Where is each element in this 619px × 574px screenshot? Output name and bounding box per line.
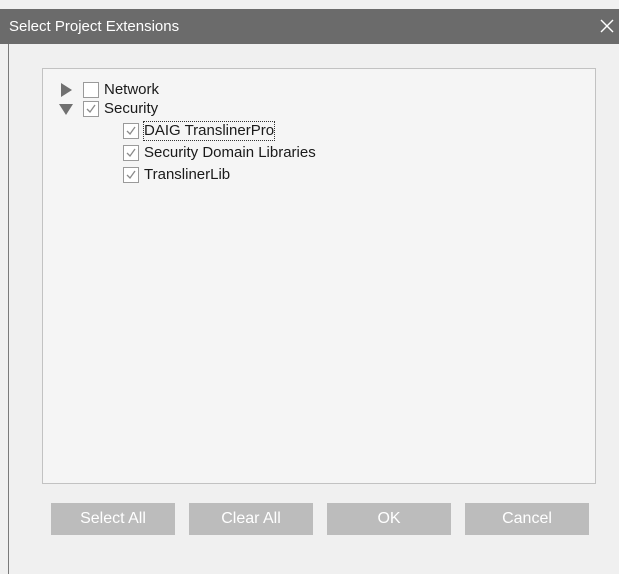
checkbox-network[interactable] (83, 82, 99, 98)
checkbox-security-domain-libraries[interactable] (123, 145, 139, 161)
close-button[interactable] (595, 9, 619, 44)
tree-item-label: DAIG TranslinerPro (142, 121, 276, 141)
checkmark-icon (126, 126, 136, 136)
tree-item-daig-translinerpro[interactable]: DAIG TranslinerPro (123, 121, 276, 141)
tree-item-label: Network (104, 81, 160, 98)
checkbox-daig-translinerpro[interactable] (123, 123, 139, 139)
clear-all-button[interactable]: Clear All (189, 503, 313, 535)
tree-item-label: Security Domain Libraries (144, 144, 316, 161)
tree-item-security[interactable]: Security (59, 100, 158, 118)
tree-item-network[interactable]: Network (59, 81, 159, 99)
checkbox-security[interactable] (83, 101, 99, 117)
checkmark-icon (126, 170, 136, 180)
title-bar[interactable]: Select Project Extensions (0, 9, 619, 44)
tree-item-label: TranslinerLib (144, 166, 231, 183)
ok-button[interactable]: OK (327, 503, 451, 535)
tree-item-translinerlib[interactable]: TranslinerLib (123, 166, 230, 184)
select-project-extensions-dialog: Select Project Extensions Network Securi… (0, 0, 619, 574)
cancel-button[interactable]: Cancel (465, 503, 589, 535)
collapse-arrow-icon[interactable] (59, 100, 75, 118)
extensions-tree[interactable]: Network Security DAIG TranslinerPro Secu… (42, 68, 596, 484)
tree-item-label: Security (104, 100, 159, 117)
expand-arrow-icon[interactable] (59, 81, 75, 99)
tree-item-security-domain-libraries[interactable]: Security Domain Libraries (123, 144, 316, 162)
select-all-button[interactable]: Select All (51, 503, 175, 535)
checkmark-icon (86, 104, 96, 114)
checkmark-icon (126, 148, 136, 158)
window-title: Select Project Extensions (9, 18, 180, 35)
window-border (8, 44, 9, 574)
checkbox-translinerlib[interactable] (123, 167, 139, 183)
